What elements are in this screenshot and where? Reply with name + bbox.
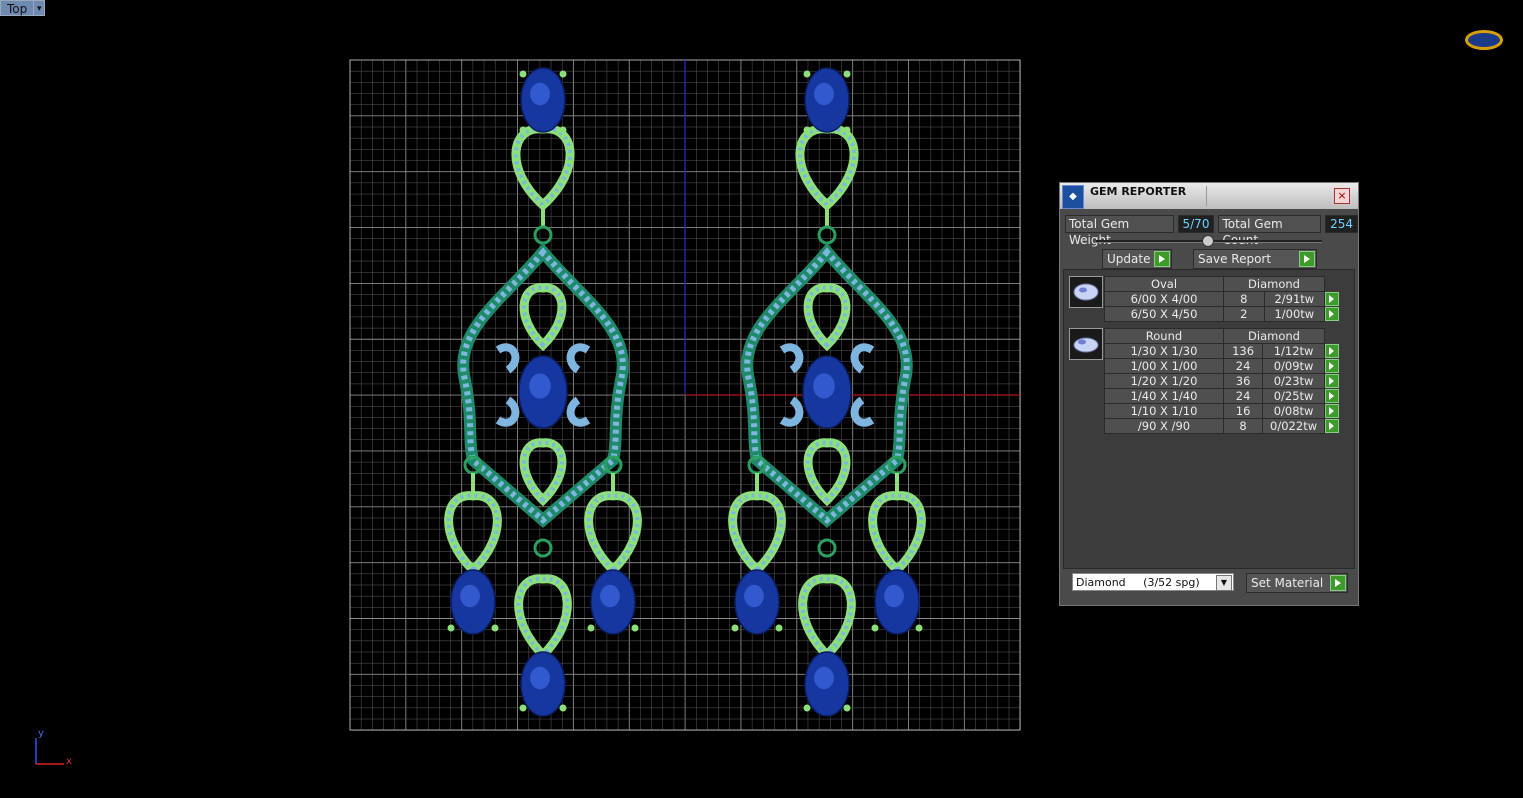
count-cell: 36 — [1222, 373, 1264, 389]
table-row[interactable]: 1/20 X 1/20 36 0/23tw — [1104, 373, 1342, 389]
axis-x-label: x — [66, 756, 72, 767]
size-cell: 1/40 X 1/40 — [1104, 388, 1224, 404]
round-gem-icon — [1069, 328, 1103, 360]
play-icon — [1154, 251, 1170, 267]
total-weight-value: 5/70 — [1177, 215, 1215, 233]
size-cell: 1/30 X 1/30 — [1104, 343, 1224, 359]
logo-icon — [1465, 30, 1503, 50]
count-cell: 8 — [1223, 291, 1265, 307]
weight-cell: 0/25tw — [1262, 388, 1325, 404]
count-cell: 136 — [1222, 343, 1264, 359]
update-button[interactable]: Update — [1102, 249, 1172, 269]
weight-cell: 0/022tw — [1262, 418, 1325, 434]
axis-y-label: y — [38, 728, 44, 739]
table-row[interactable]: 1/40 X 1/40 24 0/25tw — [1104, 388, 1342, 404]
select-row-icon[interactable] — [1325, 344, 1339, 358]
table-row[interactable]: 6/50 X 4/50 2 1/00tw — [1104, 306, 1342, 322]
weight-cell: 1/12tw — [1262, 343, 1325, 359]
material-header: Diamond — [1223, 276, 1325, 292]
size-cell: 6/00 X 4/00 — [1104, 291, 1224, 307]
oval-gem-icon — [1069, 276, 1103, 308]
view-tab[interactable]: Top ▾ — [0, 0, 46, 16]
count-cell: 2 — [1223, 306, 1265, 322]
select-row-icon[interactable] — [1325, 374, 1339, 388]
total-count-value: 254 — [1325, 215, 1358, 233]
play-icon — [1299, 251, 1315, 267]
save-report-button[interactable]: Save Report — [1193, 249, 1317, 269]
size-cell: 6/50 X 4/50 — [1104, 306, 1224, 322]
shape-header: Round — [1104, 328, 1224, 344]
gem-reporter-panel: ◆ GEM REPORTER × Total Gem Weight 5/70 T… — [1059, 182, 1359, 606]
size-slider[interactable] — [1096, 235, 1322, 247]
total-weight-label: Total Gem Weight — [1065, 215, 1174, 247]
weight-cell: 0/09tw — [1262, 358, 1325, 374]
count-cell: 8 — [1222, 418, 1264, 434]
material-select[interactable]: Diamond (3/52 spg) ▼ — [1072, 573, 1234, 591]
select-row-icon[interactable] — [1325, 359, 1339, 373]
totals-row: Total Gem Weight 5/70 Total Gem Count 25… — [1065, 215, 1358, 247]
table-row[interactable]: 1/10 X 1/10 16 0/08tw — [1104, 403, 1342, 419]
material-header: Diamond — [1223, 328, 1325, 344]
count-cell: 16 — [1222, 403, 1264, 419]
round-table: Round Diamond 1/30 X 1/30 136 1/12tw 1/0… — [1104, 328, 1342, 434]
size-cell: 1/00 X 1/00 — [1104, 358, 1224, 374]
table-row[interactable]: /90 X /90 8 0/022tw — [1104, 418, 1342, 434]
table-row[interactable]: 1/00 X 1/00 24 0/09tw — [1104, 358, 1342, 374]
close-icon[interactable]: × — [1334, 188, 1350, 204]
material-select-value: Diamond (3/52 spg) — [1076, 576, 1200, 589]
size-cell: 1/20 X 1/20 — [1104, 373, 1224, 389]
panel-titlebar[interactable]: ◆ GEM REPORTER × — [1060, 183, 1358, 209]
select-row-icon[interactable] — [1325, 419, 1339, 433]
shape-header: Oval — [1104, 276, 1224, 292]
oval-table: Oval Diamond 6/00 X 4/00 8 2/91tw 6/50 X… — [1104, 276, 1342, 322]
view-label[interactable]: Top — [0, 0, 35, 16]
weight-cell: 1/00tw — [1263, 306, 1326, 322]
save-report-label: Save Report — [1198, 252, 1272, 266]
count-cell: 24 — [1222, 358, 1264, 374]
select-row-icon[interactable] — [1325, 389, 1339, 403]
gem-reporter-icon: ◆ — [1062, 185, 1084, 209]
weight-cell: 2/91tw — [1263, 291, 1326, 307]
total-count-label: Total Gem Count — [1218, 215, 1322, 247]
play-icon — [1330, 575, 1346, 591]
set-material-label: Set Material — [1251, 576, 1324, 590]
set-material-button[interactable]: Set Material — [1246, 573, 1348, 593]
select-row-icon[interactable] — [1325, 292, 1339, 306]
count-cell: 24 — [1222, 388, 1264, 404]
view-dropdown-icon[interactable]: ▾ — [34, 0, 46, 16]
select-row-icon[interactable] — [1325, 404, 1339, 418]
select-row-icon[interactable] — [1325, 307, 1339, 321]
size-cell: 1/10 X 1/10 — [1104, 403, 1224, 419]
weight-cell: 0/23tw — [1262, 373, 1325, 389]
titlebar-separator — [1206, 186, 1207, 206]
weight-cell: 0/08tw — [1262, 403, 1325, 419]
chevron-down-icon[interactable]: ▼ — [1216, 575, 1232, 591]
table-row[interactable]: 6/00 X 4/00 8 2/91tw — [1104, 291, 1342, 307]
update-label: Update — [1107, 252, 1151, 266]
panel-title: GEM REPORTER — [1090, 185, 1187, 198]
gem-list: Oval Diamond 6/00 X 4/00 8 2/91tw 6/50 X… — [1063, 269, 1355, 569]
axis-triad — [35, 738, 64, 765]
table-row[interactable]: 1/30 X 1/30 136 1/12tw — [1104, 343, 1342, 359]
slider-knob[interactable] — [1202, 235, 1214, 247]
size-cell: /90 X /90 — [1104, 418, 1224, 434]
